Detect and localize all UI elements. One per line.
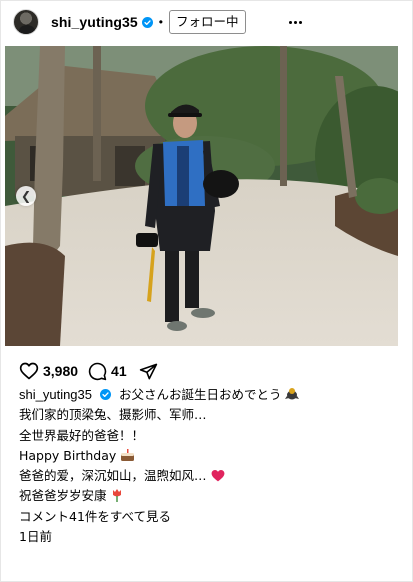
share-icon[interactable]: [139, 362, 158, 381]
following-button[interactable]: フォロー中: [168, 10, 246, 34]
post-photo[interactable]: ❮: [5, 46, 398, 346]
view-all-comments-link[interactable]: コメント41件をすべて見る: [19, 507, 399, 527]
instagram-post: shi_yuting35 • フォロー中 ❮ 3,980 41 shi_yuti…: [0, 0, 413, 582]
caption-line-6-row: 祝爸爸岁岁安康: [19, 486, 399, 506]
like-count: 3,980: [43, 363, 79, 379]
action-bar: 3,980 41: [19, 361, 158, 381]
comment-action: 41: [88, 362, 127, 381]
more-options-icon[interactable]: [288, 9, 303, 35]
caption-username[interactable]: shi_yuting35: [19, 387, 92, 402]
caption-line-3: 全世界最好的爸爸！！: [19, 427, 145, 443]
user-avatar[interactable]: [13, 9, 39, 35]
comment-icon[interactable]: [88, 362, 107, 381]
caption-line-5-row: 爸爸的爱，深沉如山，温煦如风…: [19, 466, 399, 486]
post-header: shi_yuting35 • フォロー中: [13, 9, 302, 35]
photo-scene: [5, 46, 398, 346]
tulip-icon: [112, 489, 121, 503]
post-timestamp: 1日前: [19, 529, 52, 545]
like-action: 3,980: [19, 361, 78, 381]
bird-emoji-icon: [285, 388, 300, 400]
verified-badge-icon: [99, 389, 111, 400]
caption-line-4: Happy Birthday: [19, 447, 117, 463]
caption-first-line: shi_yuting35 お父さんお誕生日おめでとう: [19, 385, 399, 405]
comment-count: 41: [111, 363, 127, 379]
caption-line-5: 爸爸的爱，深沉如山，温煦如风…: [19, 468, 207, 484]
cake-icon: [121, 448, 135, 461]
header-username[interactable]: shi_yuting35: [51, 14, 138, 30]
caption-line-6: 祝爸爸岁岁安康: [19, 488, 107, 504]
chevron-left-icon[interactable]: ❮: [16, 186, 36, 206]
verified-badge-icon: [141, 16, 153, 28]
red-heart-icon: [211, 470, 224, 482]
heart-icon[interactable]: [19, 361, 39, 381]
caption-line-1: お父さんお誕生日おめでとう: [118, 387, 282, 402]
caption-line-2: 我们家的顶梁兔、摄影师、军师…: [19, 407, 207, 423]
header-separator: •: [158, 15, 163, 29]
caption-line-4-row: Happy Birthday: [19, 446, 399, 466]
post-caption: shi_yuting35 お父さんお誕生日おめでとう 我们家的顶梁兔、摄影师、军…: [19, 385, 399, 547]
